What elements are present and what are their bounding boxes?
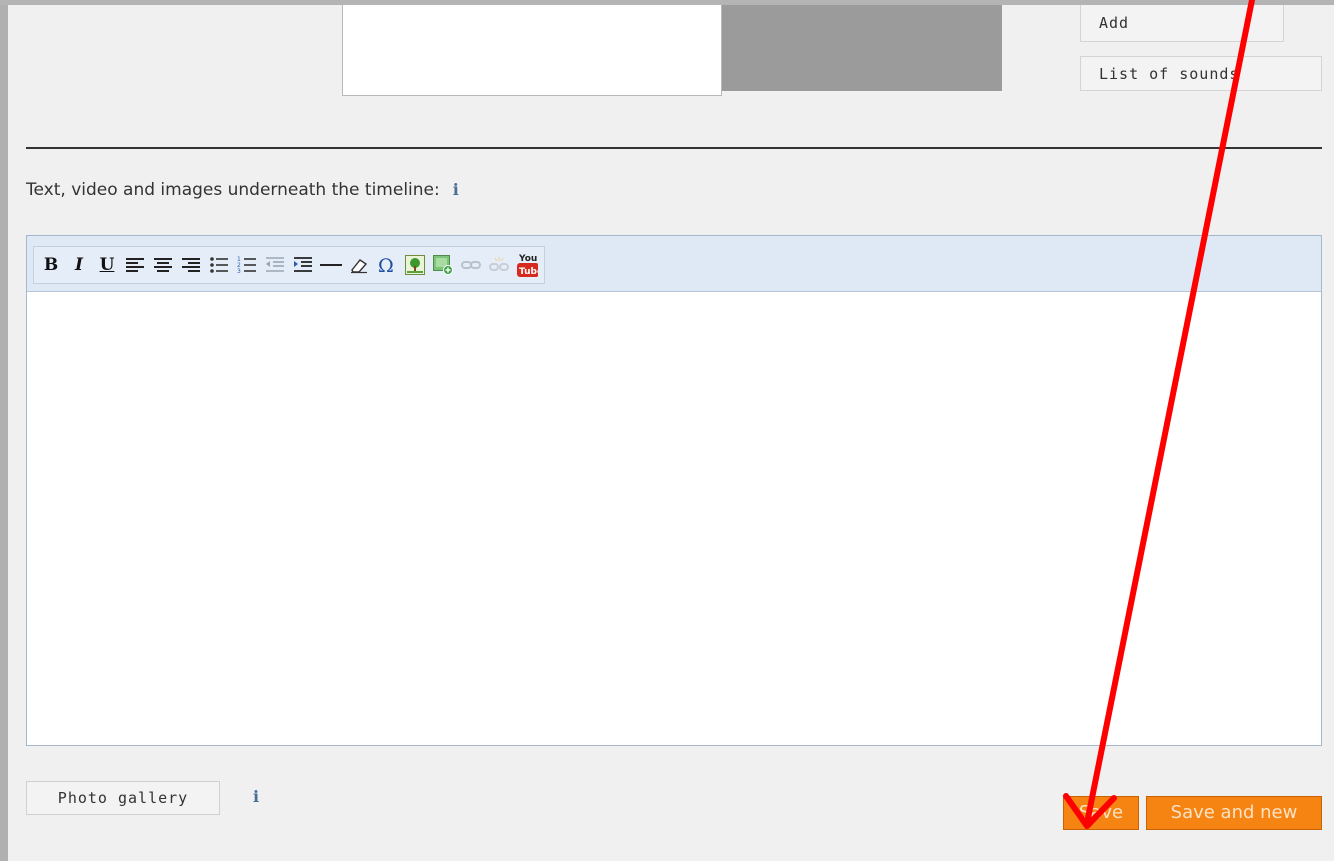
insert-image-button[interactable] <box>404 254 426 276</box>
align-left-icon <box>126 258 144 272</box>
underline-button[interactable]: U <box>96 254 118 276</box>
outdent-icon <box>266 257 284 272</box>
text-section-heading: Text, video and images underneath the ti… <box>26 180 464 200</box>
indent-icon <box>294 257 312 272</box>
list-of-sounds-button[interactable]: List of sounds <box>1080 56 1322 91</box>
bold-button[interactable]: B <box>40 254 62 276</box>
add-sound-button[interactable]: Add <box>1080 5 1284 42</box>
numbered-list-icon: 123 <box>237 256 256 274</box>
svg-text:Ω: Ω <box>378 255 394 275</box>
align-center-button[interactable] <box>152 254 174 276</box>
unlink-button[interactable] <box>488 254 510 276</box>
youtube-button[interactable]: You Tube <box>516 254 538 277</box>
link-icon <box>461 261 481 269</box>
sound-input-area[interactable] <box>342 5 722 96</box>
italic-icon: I <box>75 255 83 275</box>
save-button[interactable]: Save <box>1063 796 1139 830</box>
sound-preview-area <box>722 5 1002 91</box>
editor-content-area[interactable] <box>27 292 1321 745</box>
svg-text:3: 3 <box>237 268 241 274</box>
info-icon[interactable]: i <box>448 180 464 199</box>
indent-button[interactable] <box>292 254 314 276</box>
horizontal-rule-icon <box>320 264 342 266</box>
bullet-list-button[interactable] <box>208 254 230 276</box>
horizontal-rule-button[interactable] <box>320 254 342 276</box>
align-left-button[interactable] <box>124 254 146 276</box>
photo-gallery-info-icon[interactable]: i <box>248 787 264 806</box>
youtube-logo-bottom: Tube <box>519 267 538 277</box>
underline-icon: U <box>99 255 115 275</box>
special-char-icon: Ω <box>378 255 394 275</box>
remove-format-button[interactable] <box>348 254 370 276</box>
youtube-icon: You Tube <box>517 254 538 277</box>
save-and-new-button[interactable]: Save and new <box>1146 796 1322 830</box>
insert-image-icon <box>405 255 425 275</box>
italic-button[interactable]: I <box>68 254 90 276</box>
text-section-label: Text, video and images underneath the ti… <box>26 180 440 200</box>
align-right-icon <box>182 258 200 272</box>
toolbar-button-group: B I U 123 Ω You Tub <box>33 246 545 284</box>
photo-gallery-button[interactable]: Photo gallery <box>26 781 220 815</box>
image-add-icon <box>433 255 453 275</box>
image-manager-button[interactable] <box>432 254 454 276</box>
special-character-button[interactable]: Ω <box>376 254 398 276</box>
bold-icon: B <box>43 255 59 275</box>
editor-toolbar: B I U 123 Ω You Tub <box>27 236 1321 292</box>
bullet-list-icon <box>210 257 228 273</box>
eraser-icon <box>351 259 368 274</box>
youtube-logo-top: You <box>518 254 537 264</box>
link-button[interactable] <box>460 254 482 276</box>
section-divider <box>26 147 1322 149</box>
align-right-button[interactable] <box>180 254 202 276</box>
left-frame-border <box>0 0 8 861</box>
outdent-button[interactable] <box>264 254 286 276</box>
align-center-icon <box>154 258 172 272</box>
rich-text-editor[interactable]: B I U 123 Ω You Tub <box>26 235 1322 746</box>
numbered-list-button[interactable]: 123 <box>236 254 258 276</box>
unlink-icon <box>489 257 509 271</box>
